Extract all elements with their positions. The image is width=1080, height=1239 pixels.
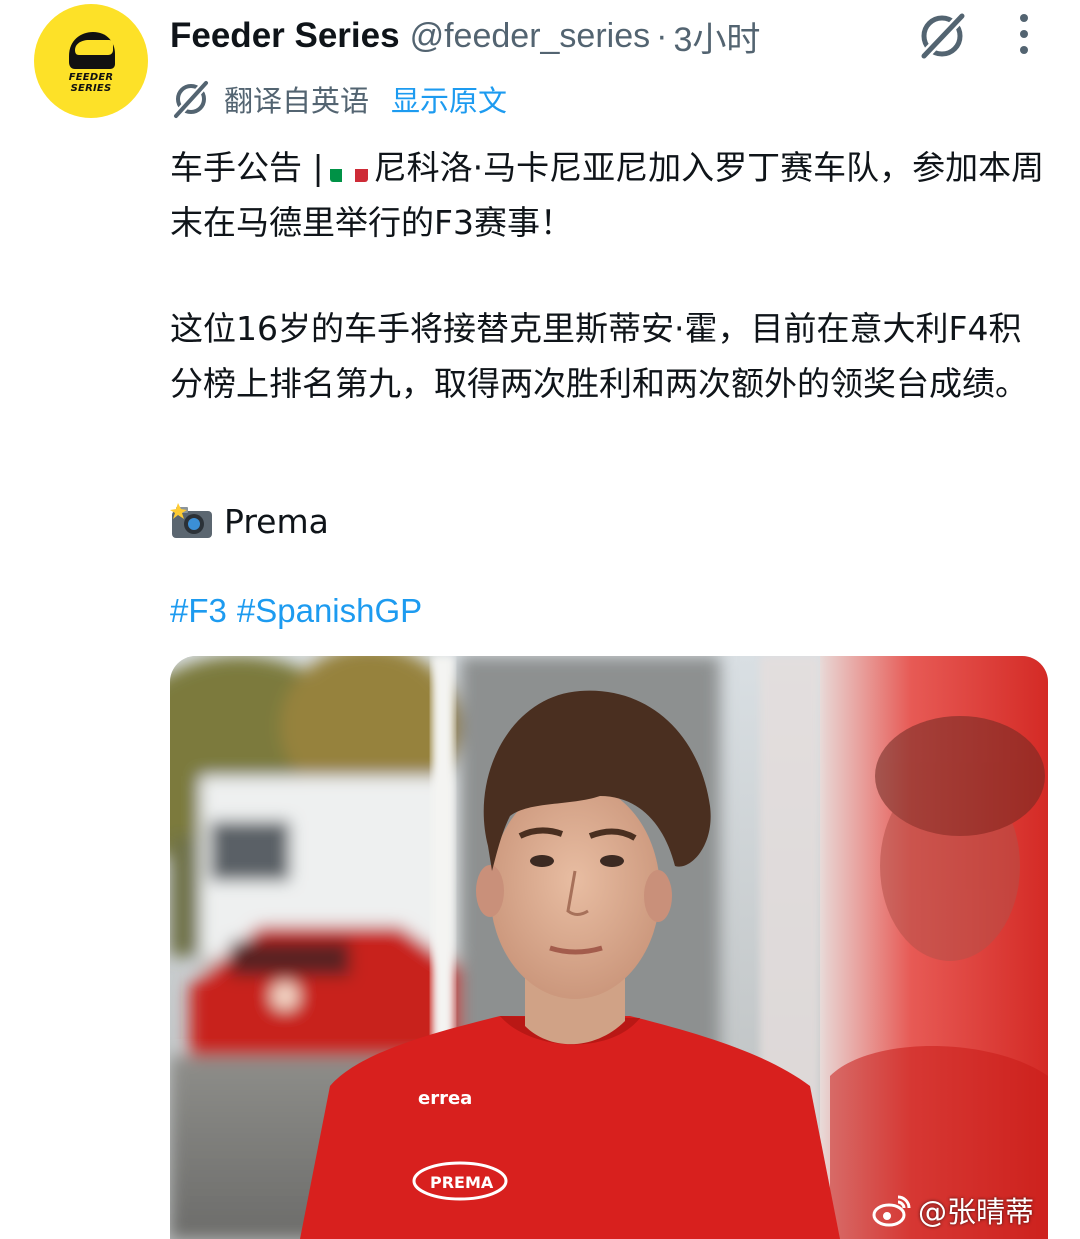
post-text: 车手公告 | 尼科洛·马卡尼亚尼加入罗丁赛车队，参加本周末在马德里举行的F3赛事！… — [170, 140, 1050, 411]
show-original-link[interactable]: 显示原文 — [391, 78, 507, 120]
avatar-logo-text: FEEDER SERIES — [68, 72, 114, 94]
helmet-icon — [69, 32, 115, 69]
translated-label: 翻译自英语 — [224, 84, 370, 118]
hashtag-spanishgp[interactable]: #SpanishGP — [237, 592, 422, 630]
italy-flag-icon — [329, 156, 368, 182]
author-name[interactable]: Feeder Series — [170, 16, 400, 56]
author-handle[interactable]: @feeder_series — [410, 17, 651, 56]
post-paragraph-2: 这位16岁的车手将接替克里斯蒂安·霍，目前在意大利F4积分榜上排名第九，取得两次… — [170, 309, 1028, 403]
author-avatar[interactable]: FEEDER SERIES — [34, 4, 148, 118]
post-image[interactable]: errea PREMA @张晴蒂 — [170, 656, 1048, 1239]
shirt-brand-text: errea — [418, 1088, 472, 1109]
hashtag-f3[interactable]: #F3 — [170, 592, 227, 630]
photo-credit: Prema — [170, 496, 329, 546]
post-header: Feeder Series @feeder_series · 3小时 — [170, 12, 760, 60]
watermark-text: @张晴蒂 — [917, 1195, 1034, 1229]
hashtags: #F3 #SpanishGP — [170, 586, 432, 636]
weibo-watermark: @张晴蒂 — [872, 1189, 1034, 1231]
shirt-logo-text: PREMA — [430, 1173, 494, 1192]
camera-flash-icon — [170, 503, 212, 538]
grok-translate-icon — [173, 80, 209, 119]
driver-photo: errea PREMA — [170, 656, 1048, 1239]
header-separator: · — [656, 16, 668, 55]
more-vertical-icon[interactable] — [1004, 10, 1044, 58]
announcement-prefix: 车手公告 | — [170, 148, 324, 187]
translation-row: 翻译自英语 显示原文 — [170, 76, 507, 122]
grok-icon[interactable] — [914, 8, 970, 64]
post-time[interactable]: 3小时 — [673, 12, 760, 61]
weibo-icon — [872, 1195, 911, 1227]
photo-credit-text: Prema — [224, 501, 329, 541]
post-paragraph-1: 车手公告 | 尼科洛·马卡尼亚尼加入罗丁赛车队，参加本周末在马德里举行的F3赛事！ — [170, 140, 1050, 250]
